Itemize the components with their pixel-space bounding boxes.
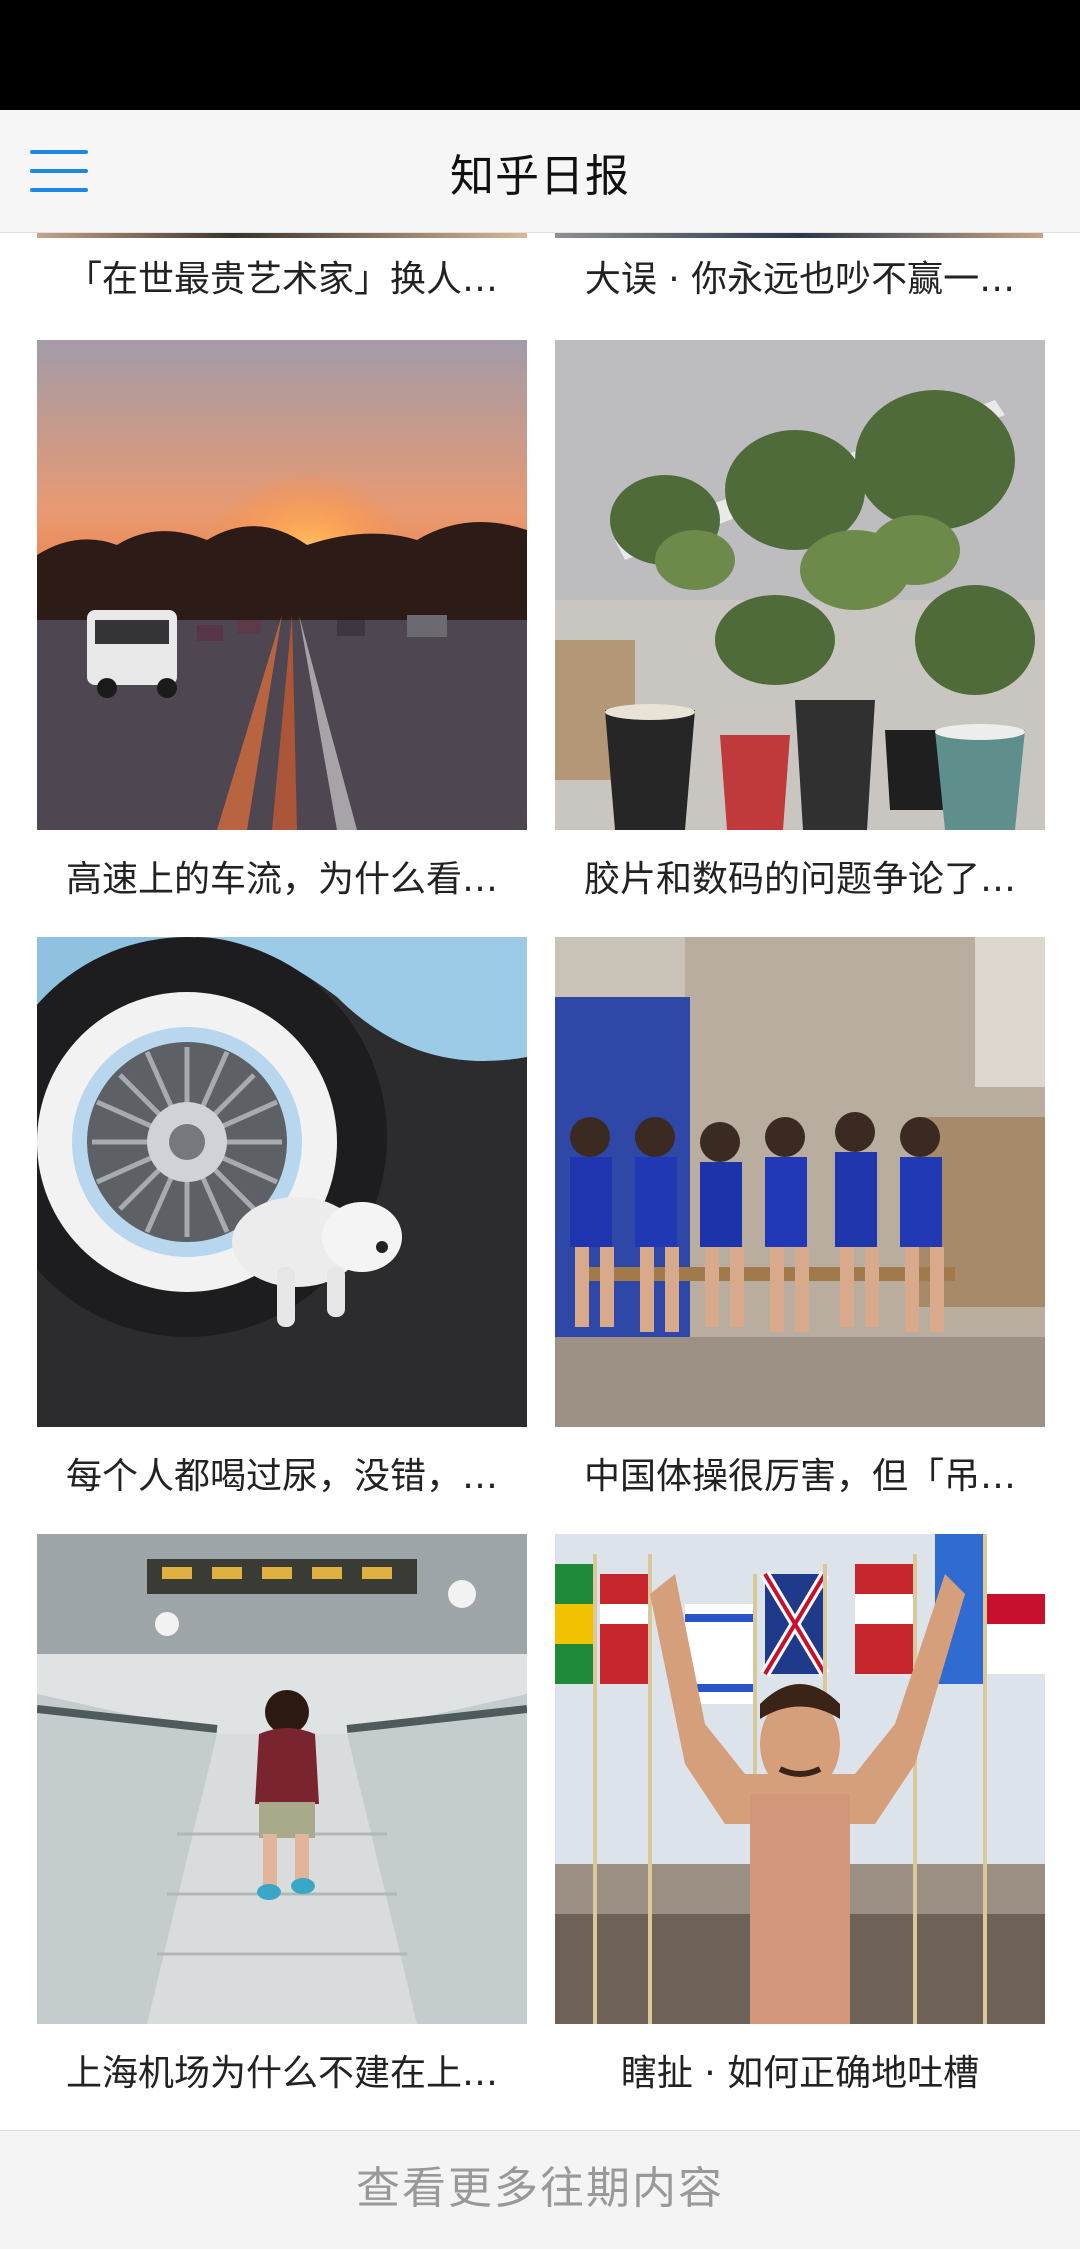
app-bar: 知乎日报 (0, 110, 1080, 233)
story-caption[interactable]: 大误 · 你永远也吵不赢一… (555, 250, 1045, 310)
partial-story-row: 「在世最贵艺术家」换人… 大误 · 你永远也吵不赢一… (0, 232, 1080, 328)
story-caption[interactable]: 中国体操很厉害，但「吊… (555, 1447, 1045, 1507)
story-caption[interactable]: 上海机场为什么不建在上… (37, 2044, 527, 2104)
story-caption[interactable]: 「在世最贵艺术家」换人… (37, 250, 527, 310)
story-image (555, 937, 1045, 1427)
story-image (37, 937, 527, 1427)
story-caption[interactable]: 胶片和数码的问题争论了… (555, 850, 1045, 910)
story-caption[interactable]: 每个人都喝过尿，没错，… (37, 1447, 527, 1507)
page-title: 知乎日报 (450, 151, 630, 202)
load-more-button[interactable]: 查看更多往期内容 (0, 2130, 1080, 2249)
story-image (37, 1534, 527, 2024)
story-caption[interactable]: 瞎扯 · 如何正确地吐槽 (555, 2044, 1045, 2104)
story-image (555, 340, 1045, 830)
story-image (555, 1534, 1045, 2024)
status-bar (0, 0, 1080, 110)
story-grid[interactable]: 「在世最贵艺术家」换人… 大误 · 你永远也吵不赢一… 高速上的车流，为什么看…… (0, 232, 1080, 2130)
story-image (37, 340, 527, 830)
story-caption[interactable]: 高速上的车流，为什么看… (37, 850, 527, 910)
